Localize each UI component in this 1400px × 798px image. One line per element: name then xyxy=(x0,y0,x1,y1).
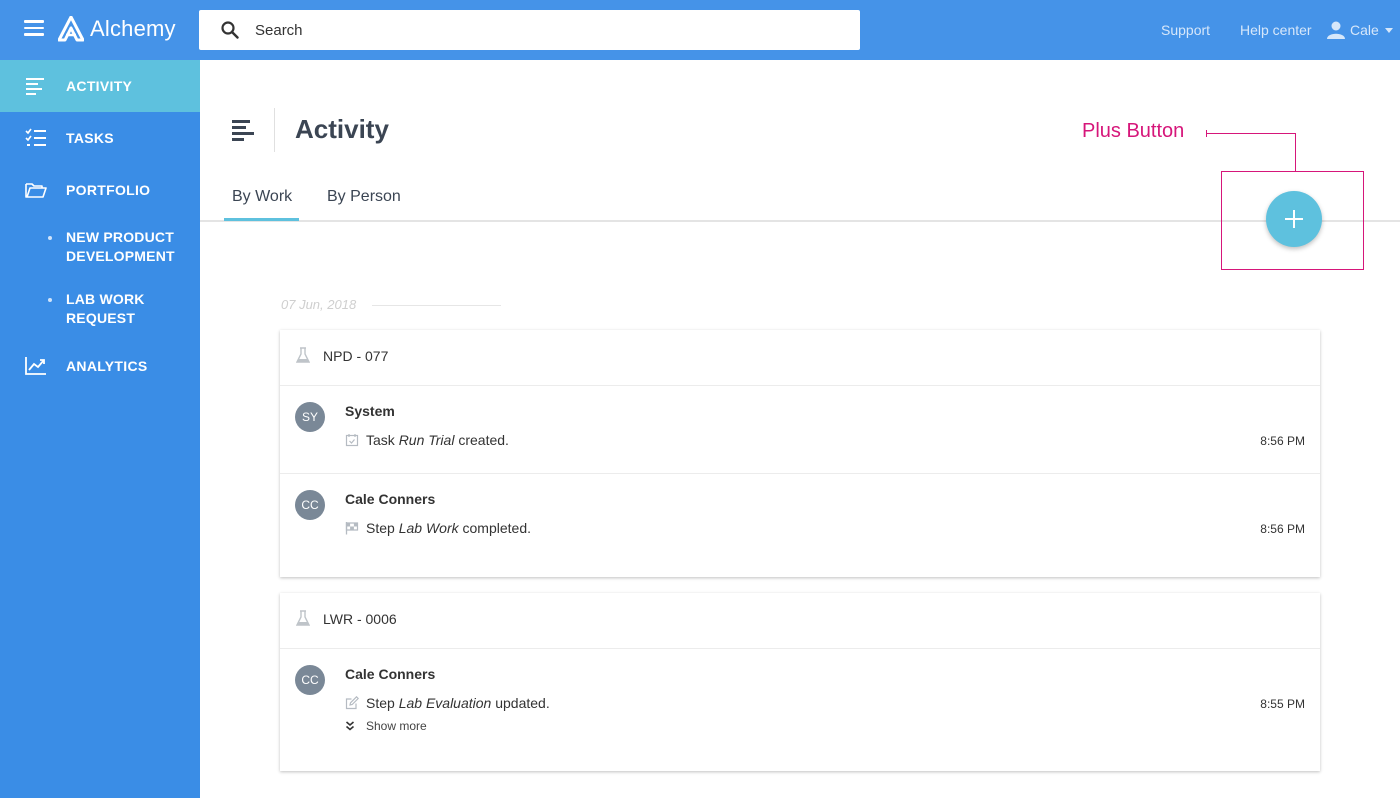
sidebar-item-analytics[interactable]: ANALYTICS xyxy=(0,340,200,392)
activity-list-icon xyxy=(232,120,254,142)
bullet-icon xyxy=(48,236,52,240)
menu-icon[interactable] xyxy=(24,20,44,36)
sidebar-subitem-lwr[interactable]: LAB WORK REQUEST xyxy=(0,291,200,332)
activity-entry: CC Cale Conners Step Lab Work completed.… xyxy=(280,474,1320,577)
tasks-icon xyxy=(25,128,46,146)
activity-icon xyxy=(26,78,44,95)
flask-icon xyxy=(296,610,310,626)
activity-object[interactable]: Run Trial xyxy=(399,432,455,448)
tab-by-person[interactable]: By Person xyxy=(327,188,401,206)
task-check-icon xyxy=(345,434,359,447)
folder-icon xyxy=(25,183,47,198)
user-menu[interactable]: Cale xyxy=(1326,20,1393,40)
timestamp: 8:56 PM xyxy=(1260,522,1305,536)
divider xyxy=(372,305,501,306)
activity-card: NPD - 077 SY System Task Run Trial creat… xyxy=(280,330,1320,577)
activity-message: Step Lab Evaluation updated. xyxy=(366,695,550,711)
actor-name[interactable]: Cale Conners xyxy=(345,666,435,682)
page-title: Activity xyxy=(295,114,389,144)
divider xyxy=(274,108,275,152)
double-chevron-down-icon xyxy=(345,721,355,731)
user-icon xyxy=(1327,21,1345,39)
search-input[interactable] xyxy=(255,21,815,39)
show-more-label: Show more xyxy=(366,719,427,733)
timestamp: 8:56 PM xyxy=(1260,434,1305,448)
app-logo[interactable]: Alchemy xyxy=(58,14,176,44)
card-header[interactable]: LWR - 0006 xyxy=(280,593,1320,649)
activity-object[interactable]: Lab Evaluation xyxy=(399,695,492,711)
sidebar: ACTIVITY TASKS PORTFOLIO NEW PRODUCT DEV… xyxy=(0,60,200,798)
activity-entry: CC Cale Conners Step Lab Evaluation upda… xyxy=(280,649,1320,771)
add-button[interactable] xyxy=(1266,191,1322,247)
annotation-line xyxy=(1295,133,1296,171)
search-bar[interactable] xyxy=(199,10,860,50)
help-center-link[interactable]: Help center xyxy=(1240,22,1312,38)
flag-icon xyxy=(345,522,359,535)
show-more-button[interactable]: Show more xyxy=(345,719,427,733)
bullet-icon xyxy=(48,298,52,302)
sidebar-item-label: TASKS xyxy=(66,130,114,146)
app-name: Alchemy xyxy=(90,16,176,41)
search-icon xyxy=(221,21,239,39)
sidebar-item-label: ACTIVITY xyxy=(66,78,133,94)
sidebar-item-label: ANALYTICS xyxy=(66,358,148,374)
alchemy-logo-icon xyxy=(58,16,84,42)
sidebar-item-label: PORTFOLIO xyxy=(66,182,151,198)
sidebar-item-tasks[interactable]: TASKS xyxy=(0,112,200,164)
avatar[interactable]: SY xyxy=(295,402,325,432)
card-reference: LWR - 0006 xyxy=(323,611,397,627)
avatar[interactable]: CC xyxy=(295,665,325,695)
chevron-down-icon xyxy=(1384,27,1393,33)
active-tab-indicator xyxy=(224,218,299,221)
support-link[interactable]: Support xyxy=(1161,22,1210,38)
sidebar-subitem-npd[interactable]: NEW PRODUCT DEVELOPMENT xyxy=(0,229,200,270)
activity-card: LWR - 0006 CC Cale Conners Step Lab Eval… xyxy=(280,593,1320,771)
annotation-line xyxy=(1207,133,1296,134)
sidebar-subitem-label: NEW PRODUCT DEVELOPMENT xyxy=(66,229,175,264)
timestamp: 8:55 PM xyxy=(1260,697,1305,711)
avatar[interactable]: CC xyxy=(295,490,325,520)
activity-entry: SY System Task Run Trial created. 8:56 P… xyxy=(280,386,1320,474)
sidebar-item-portfolio[interactable]: PORTFOLIO xyxy=(0,164,200,216)
actor-name[interactable]: System xyxy=(345,403,395,419)
activity-message: Task Run Trial created. xyxy=(366,432,509,448)
sidebar-item-activity[interactable]: ACTIVITY xyxy=(0,60,200,112)
user-name: Cale xyxy=(1350,22,1379,38)
analytics-icon xyxy=(25,357,46,375)
tab-by-work[interactable]: By Work xyxy=(232,188,292,206)
annotation-label: Plus Button xyxy=(1082,120,1185,142)
date-group-label: 07 Jun, 2018 xyxy=(281,297,357,312)
top-bar: Alchemy Support Help center Cale xyxy=(0,0,1400,60)
plus-icon xyxy=(1285,210,1303,228)
flask-icon xyxy=(296,347,310,363)
activity-object[interactable]: Lab Work xyxy=(399,520,459,536)
tabs-divider xyxy=(200,220,1400,222)
card-reference: NPD - 077 xyxy=(323,348,389,364)
sidebar-subitem-label: LAB WORK REQUEST xyxy=(66,291,145,326)
edit-icon xyxy=(345,696,359,710)
card-header[interactable]: NPD - 077 xyxy=(280,330,1320,386)
actor-name[interactable]: Cale Conners xyxy=(345,491,435,507)
activity-message: Step Lab Work completed. xyxy=(366,520,531,536)
